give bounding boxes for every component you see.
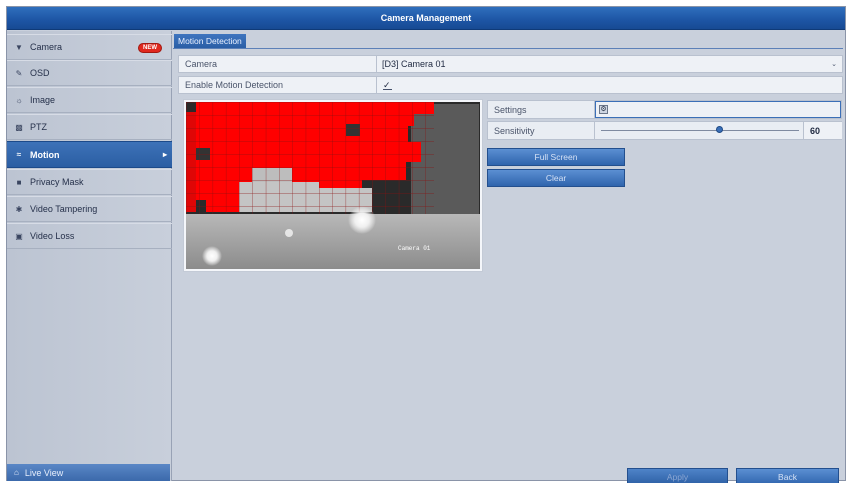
chevron-right-icon: ▸ — [162, 150, 167, 159]
light-glow — [202, 246, 222, 266]
checkmark-icon: ✓ — [383, 80, 392, 90]
sidebar-item-label: OSD — [30, 68, 50, 78]
sidebar-item-label: Motion — [30, 149, 60, 160]
camera-label: Camera — [179, 56, 377, 72]
settings-icon: ⚙ — [599, 105, 608, 114]
enable-motion-checkbox[interactable]: ✓ — [377, 80, 392, 90]
camera-select-value: [D3] Camera 01 — [382, 59, 446, 69]
chevron-down-icon: ⌄ — [831, 61, 837, 68]
sidebar: ▼ Camera NEW ✎ OSD ☼ Image ▩ PTZ ≈ Motio… — [7, 31, 172, 481]
full-screen-button[interactable]: Full Screen — [487, 148, 625, 166]
ptz-icon: ▩ — [15, 122, 23, 132]
video-loss-icon: ▣ — [15, 231, 23, 241]
sensitivity-label: Sensitivity — [488, 122, 595, 139]
camera-select[interactable]: [D3] Camera 01 ⌄ — [377, 59, 842, 69]
sidebar-item-image[interactable]: ☼ Image — [7, 87, 172, 113]
privacy-mask-icon: ■ — [16, 177, 22, 187]
sidebar-item-osd[interactable]: ✎ OSD — [7, 60, 172, 86]
sidebar-item-label: Privacy Mask — [30, 177, 84, 187]
apply-button[interactable]: Apply — [627, 468, 728, 483]
slider-thumb[interactable] — [715, 126, 723, 133]
osd-icon: ✎ — [15, 68, 23, 78]
floor-area — [186, 214, 480, 269]
sensitivity-row: Sensitivity 60 — [487, 121, 842, 140]
sidebar-item-camera[interactable]: ▼ Camera NEW — [7, 34, 172, 60]
sidebar-item-ptz[interactable]: ▩ PTZ — [7, 114, 172, 140]
sidebar-item-label: Camera — [30, 42, 63, 52]
main-content: Motion Detection Camera [D3] Camera 01 ⌄… — [173, 31, 846, 483]
light-glow — [348, 206, 376, 234]
slider-track — [601, 130, 799, 131]
back-button[interactable]: Back — [736, 468, 839, 483]
sidebar-item-video-loss[interactable]: ▣ Video Loss — [7, 223, 172, 249]
settings-label: Settings — [488, 101, 595, 118]
camera-row: Camera [D3] Camera 01 ⌄ — [178, 55, 843, 73]
tab-divider — [173, 48, 843, 49]
motion-grid — [186, 102, 434, 214]
settings-button[interactable]: ⚙ — [595, 101, 841, 118]
sidebar-item-video-tampering[interactable]: ✱ Video Tampering — [7, 196, 172, 222]
preview-overlay-text: Camera 01 — [398, 245, 431, 252]
clear-button[interactable]: Clear — [487, 169, 625, 187]
sidebar-item-privacy-mask[interactable]: ■ Privacy Mask — [7, 169, 172, 195]
tab-motion-detection[interactable]: Motion Detection — [174, 34, 246, 48]
sidebar-item-label: Video Tampering — [30, 204, 98, 214]
camera-preview[interactable]: Camera 01 — [183, 99, 483, 272]
image-icon: ☼ — [15, 95, 23, 105]
sidebar-item-label: Image — [30, 95, 56, 105]
enable-motion-label: Enable Motion Detection — [179, 77, 377, 93]
motion-icon: ≈ — [16, 150, 22, 159]
light-glow — [285, 229, 293, 237]
camera-management-window: Camera Management ▼ Camera NEW ✎ OSD ☼ I… — [6, 6, 846, 483]
live-view-button[interactable]: ⌂ Live View — [7, 464, 170, 481]
live-view-label: Live View — [24, 467, 64, 478]
sidebar-item-label: Video Loss — [30, 231, 75, 241]
window-title: Camera Management — [7, 7, 845, 30]
motion-preview-canvas[interactable]: Camera 01 — [186, 102, 480, 269]
enable-motion-row: Enable Motion Detection ✓ — [178, 76, 843, 94]
camera-icon: ▼ — [15, 42, 23, 52]
new-badge: NEW — [138, 43, 162, 53]
video-tampering-icon: ✱ — [15, 204, 23, 214]
sidebar-item-label: PTZ — [30, 122, 47, 132]
sensitivity-slider[interactable]: 60 — [595, 122, 842, 139]
sidebar-item-motion[interactable]: ≈ Motion ▸ — [7, 141, 172, 168]
settings-row: Settings ⚙ — [487, 100, 842, 119]
home-icon: ⌂ — [14, 468, 19, 477]
sensitivity-value: 60 — [803, 122, 842, 139]
